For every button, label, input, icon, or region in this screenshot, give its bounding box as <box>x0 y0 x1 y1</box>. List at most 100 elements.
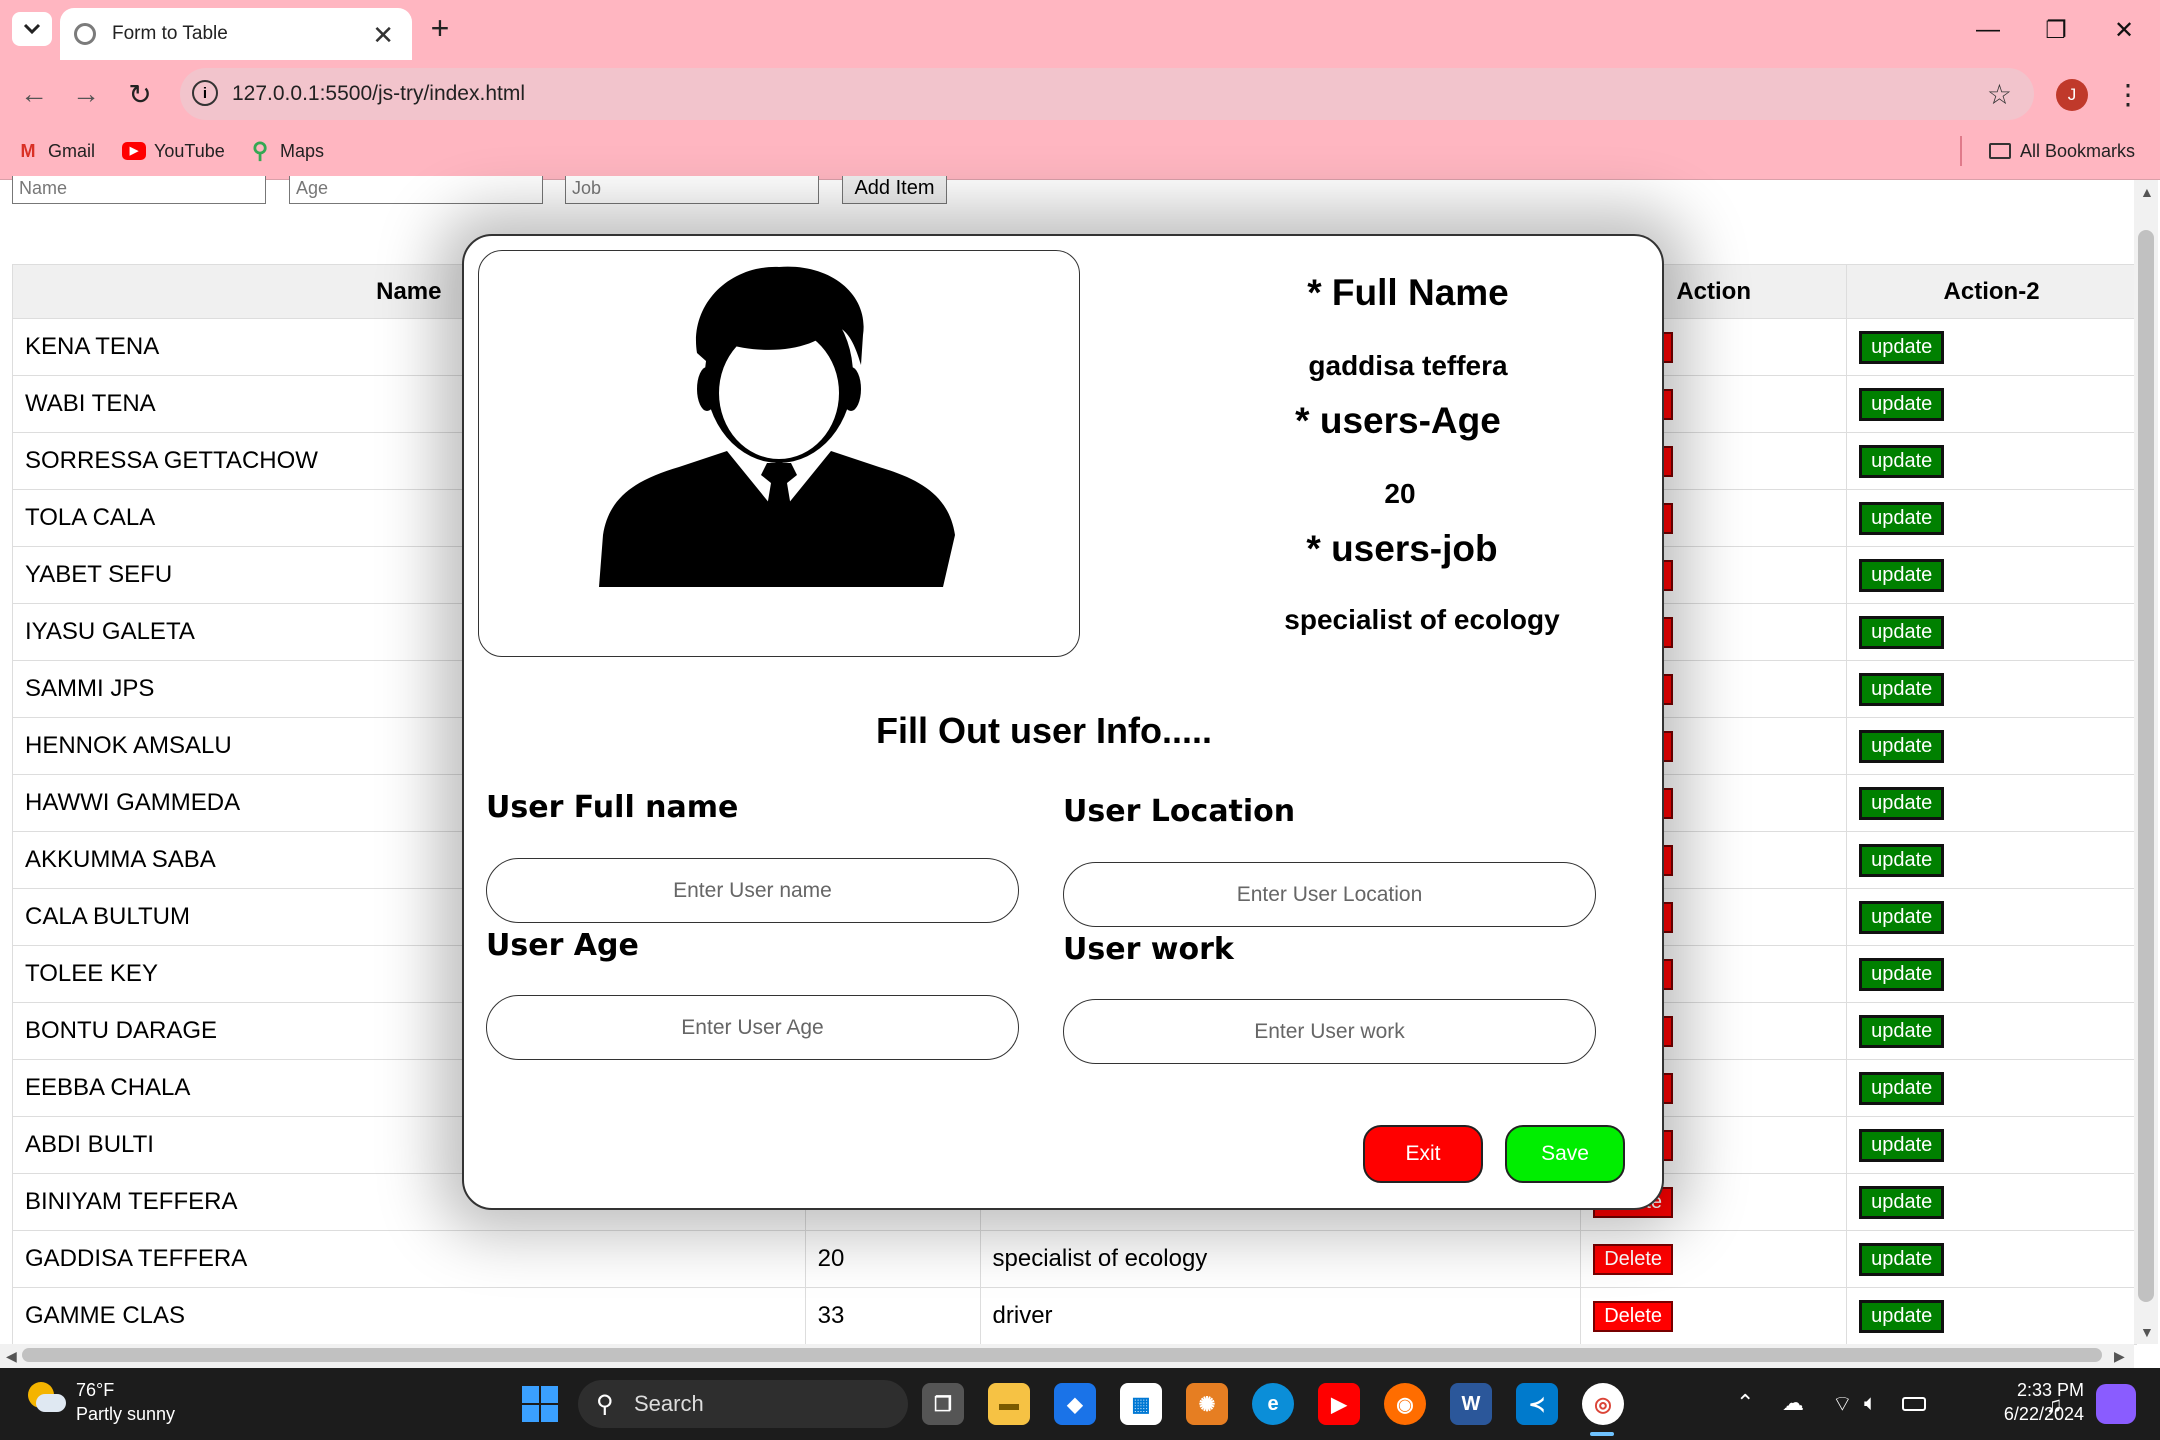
update-button[interactable]: update <box>1859 558 1945 592</box>
bookmark-label: Maps <box>280 140 325 161</box>
tab-search-button[interactable] <box>12 12 52 46</box>
update-button[interactable]: update <box>1859 1128 1945 1162</box>
cell-action-2: update <box>1846 1287 2137 1345</box>
exit-button[interactable]: Exit <box>1363 1125 1483 1183</box>
job-value: specialist of ecology <box>1284 604 1560 635</box>
update-button[interactable]: update <box>1859 615 1945 649</box>
vertical-scrollbar[interactable]: ▲ ▼ <box>2134 180 2158 1344</box>
profile-photo-frame <box>478 250 1080 657</box>
bookmark-label: Gmail <box>48 140 96 161</box>
update-button[interactable]: update <box>1859 330 1945 364</box>
chrome-icon[interactable]: ◎ <box>1582 1383 1624 1425</box>
file-explorer-icon[interactable]: ▬ <box>988 1383 1030 1425</box>
horizontal-scrollbar[interactable]: ◀ ▶ <box>0 1344 2134 1368</box>
address-bar[interactable]: i 127.0.0.1:5500/js-try/index.html ☆ <box>180 68 2034 120</box>
update-button[interactable]: update <box>1859 387 1945 421</box>
notifications-icon[interactable]: ♫ <box>2046 1392 2063 1418</box>
browser-menu-icon[interactable]: ⋮ <box>2114 76 2142 112</box>
cell-name: GADDISA TEFFERA <box>12 1230 806 1288</box>
microsoft-store-icon[interactable]: ▦ <box>1120 1383 1162 1425</box>
firefox-icon[interactable]: ◉ <box>1384 1383 1426 1425</box>
update-button[interactable]: update <box>1859 1299 1945 1333</box>
battery-icon[interactable] <box>1902 1397 1926 1411</box>
taskbar-search[interactable]: ⚲ Search <box>578 1380 908 1428</box>
add-item-button[interactable]: Add Item <box>842 176 947 204</box>
job-input[interactable]: Job <box>565 176 819 204</box>
update-button[interactable]: update <box>1859 672 1945 706</box>
job-heading: * users-job <box>1306 528 1498 569</box>
show-hidden-icons[interactable]: ⌃ <box>1736 1390 1754 1416</box>
full-name-heading: * Full Name <box>1307 272 1509 313</box>
update-button[interactable]: update <box>1859 1185 1945 1219</box>
scroll-right-icon[interactable]: ▶ <box>2114 1348 2125 1365</box>
save-button[interactable]: Save <box>1505 1125 1625 1183</box>
update-button[interactable]: update <box>1859 900 1945 934</box>
bookmark-youtube[interactable]: ▶ YouTube <box>122 137 225 165</box>
update-button[interactable]: update <box>1859 1242 1945 1276</box>
word-icon[interactable]: W <box>1450 1383 1492 1425</box>
minimize-button[interactable]: — <box>1958 8 2018 52</box>
update-button[interactable]: update <box>1859 786 1945 820</box>
restore-button[interactable]: ❐ <box>2026 8 2086 52</box>
site-info-icon[interactable]: i <box>192 80 218 106</box>
back-button[interactable]: ← <box>14 74 54 114</box>
active-tab[interactable]: Form to Table ✕ <box>60 8 412 60</box>
vertical-scroll-thumb[interactable] <box>2138 230 2154 1302</box>
vscode-icon[interactable]: ≺ <box>1516 1383 1558 1425</box>
edge-icon[interactable]: e <box>1252 1383 1294 1425</box>
scroll-down-icon[interactable]: ▼ <box>2140 1324 2154 1340</box>
bookmark-gmail[interactable]: M Gmail <box>16 137 96 165</box>
all-bookmarks-label: All Bookmarks <box>2020 140 2136 161</box>
folder-icon <box>1988 141 2012 161</box>
volume-icon[interactable]: 🔈︎ <box>1864 1390 1877 1416</box>
cell-job: specialist of ecology <box>979 1230 1581 1288</box>
name-input[interactable]: Name <box>12 176 266 204</box>
update-button[interactable]: update <box>1859 957 1945 991</box>
new-tab-button[interactable]: + <box>420 8 460 48</box>
user-age-input[interactable]: Enter User Age <box>486 995 1019 1060</box>
bookmark-maps[interactable]: ⚲ Maps <box>248 137 324 165</box>
copilot-icon[interactable] <box>2096 1384 2136 1424</box>
label-age: User Age <box>486 928 639 963</box>
update-button[interactable]: update <box>1859 1014 1945 1048</box>
age-value: 20 <box>1384 478 1416 509</box>
all-bookmarks-button[interactable]: All Bookmarks <box>1988 137 2135 165</box>
update-button[interactable]: update <box>1859 501 1945 535</box>
delete-button[interactable]: Delete <box>1593 1243 1674 1275</box>
user-work-input[interactable]: Enter User work <box>1063 999 1596 1064</box>
cell-action-2: update <box>1846 1116 2137 1174</box>
youtube-app-icon[interactable]: ▶ <box>1318 1383 1360 1425</box>
user-location-input[interactable]: Enter User Location <box>1063 862 1596 927</box>
scroll-up-icon[interactable]: ▲ <box>2140 184 2154 200</box>
gmail-icon: M <box>20 140 36 161</box>
browser-app-icon[interactable]: ✺ <box>1186 1383 1228 1425</box>
wifi-icon[interactable]: ⌔ <box>1832 1390 1853 1418</box>
clock-date[interactable]: 6/22/2024 <box>1950 1404 2084 1425</box>
reload-button[interactable]: ↻ <box>120 74 160 114</box>
task-view-icon[interactable]: ❐ <box>922 1383 964 1425</box>
clock-time[interactable]: 2:33 PM <box>1960 1380 2084 1401</box>
profile-avatar[interactable]: J <box>2056 79 2088 111</box>
update-button[interactable]: update <box>1859 843 1945 877</box>
delete-button[interactable]: Delete <box>1593 1300 1674 1332</box>
update-button[interactable]: update <box>1859 1071 1945 1105</box>
tab-title: Form to Table <box>112 23 228 44</box>
weather-icon[interactable] <box>26 1380 66 1420</box>
update-button[interactable]: update <box>1859 729 1945 763</box>
forward-button[interactable]: → <box>66 74 106 114</box>
close-window-button[interactable]: ✕ <box>2094 8 2154 52</box>
close-tab-icon[interactable]: ✕ <box>372 20 394 51</box>
age-input[interactable]: Age <box>289 176 543 204</box>
horizontal-scroll-thumb[interactable] <box>22 1348 2102 1362</box>
onedrive-icon[interactable]: ☁ <box>1782 1390 1804 1416</box>
cell-age: 33 <box>804 1287 981 1345</box>
user-name-input[interactable]: Enter User name <box>486 858 1019 923</box>
update-button[interactable]: update <box>1859 444 1945 478</box>
scroll-left-icon[interactable]: ◀ <box>6 1348 17 1365</box>
weather-description: Partly sunny <box>76 1404 176 1424</box>
bookmark-star-icon[interactable]: ☆ <box>1987 78 2012 111</box>
cell-action-2: update <box>1846 603 2137 661</box>
app-diamond-icon[interactable]: ◆ <box>1054 1383 1096 1425</box>
full-name-value: gaddisa teffera <box>1308 350 1508 381</box>
windows-start-icon[interactable] <box>520 1384 560 1424</box>
